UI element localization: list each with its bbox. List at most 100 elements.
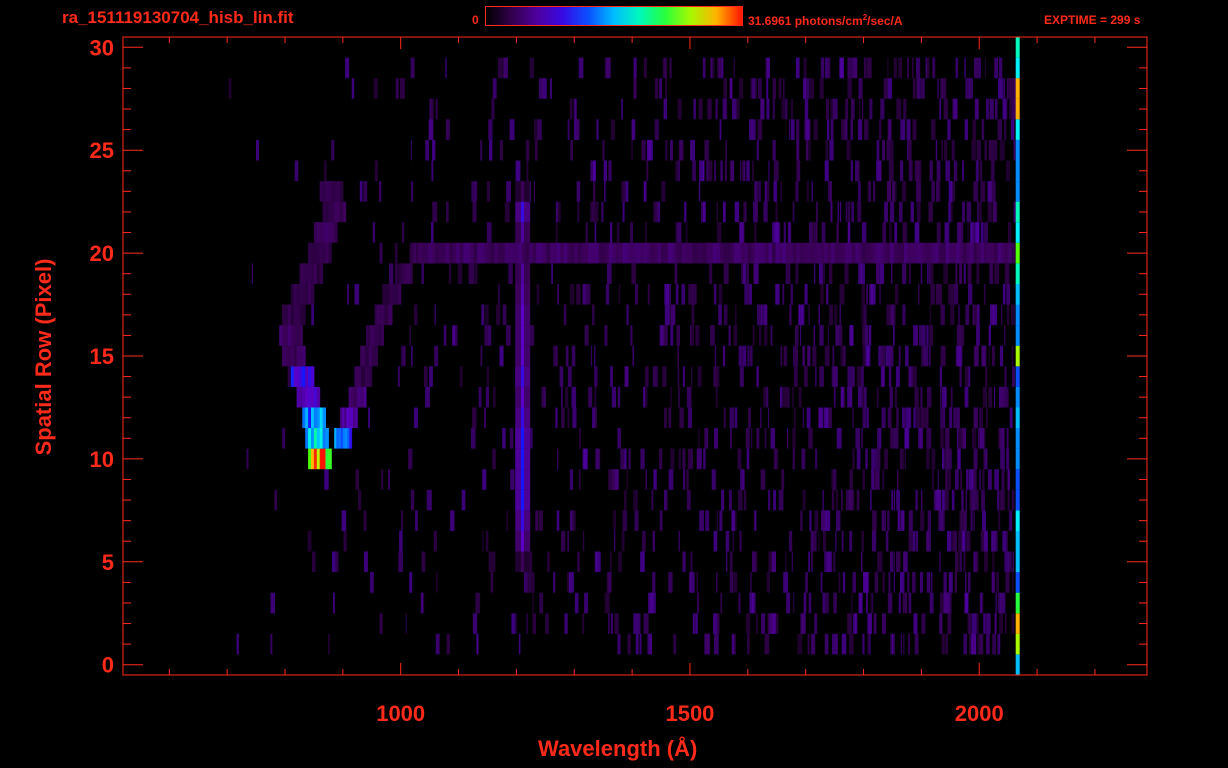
noise-cell	[735, 304, 737, 326]
noise-cell	[679, 139, 684, 161]
noise-cell	[916, 181, 922, 202]
noise-cell	[945, 160, 951, 182]
line-cell	[515, 345, 519, 367]
noise-cell	[734, 201, 740, 223]
noise-cell	[862, 633, 865, 655]
band-cell	[907, 242, 912, 264]
line-cell	[523, 510, 528, 531]
noise-cell	[843, 345, 846, 367]
band-cell	[727, 242, 731, 264]
noise-cell	[880, 366, 885, 387]
noise-cell	[773, 181, 777, 202]
band-cell	[636, 242, 641, 264]
noise-cell	[821, 222, 826, 243]
noise-cell	[862, 345, 866, 367]
noise-cell	[509, 119, 515, 140]
band-cell	[980, 242, 985, 264]
noise-cell	[791, 551, 793, 573]
noise-cell	[1003, 119, 1007, 140]
feature-cell	[316, 263, 321, 284]
noise-cell	[890, 139, 894, 161]
noise-cell	[988, 345, 990, 367]
band-cell	[563, 242, 568, 264]
noise-cell	[851, 57, 855, 79]
noise-cell	[895, 366, 900, 387]
noise-cell	[904, 428, 910, 449]
noise-cell	[402, 222, 405, 243]
band-cell	[758, 242, 763, 264]
noise-cell	[592, 304, 595, 326]
noise-cell	[1012, 366, 1014, 387]
noise-cell	[880, 98, 885, 120]
noise-cell	[824, 345, 830, 367]
noise-cell	[746, 448, 750, 470]
noise-cell	[728, 325, 731, 346]
noise-cell	[620, 448, 625, 470]
noise-cell	[929, 263, 934, 284]
noise-cell	[718, 284, 723, 305]
edge-cell	[1015, 345, 1020, 367]
noise-cell	[506, 510, 509, 531]
noise-cell	[888, 366, 892, 387]
noise-cell	[941, 139, 943, 161]
line-cell	[521, 366, 525, 387]
noise-cell	[825, 98, 829, 120]
noise-cell	[410, 139, 412, 161]
noise-cell	[792, 448, 795, 470]
noise-cell	[715, 98, 718, 120]
line-cell	[521, 407, 525, 429]
noise-cell	[962, 160, 964, 182]
noise-cell	[808, 592, 812, 614]
noise-cell	[1003, 592, 1006, 614]
noise-cell	[754, 181, 757, 202]
noise-cell	[720, 592, 723, 614]
noise-cell	[851, 98, 853, 120]
band-cell	[480, 242, 485, 264]
line-cell	[515, 263, 519, 284]
feature-cell	[296, 325, 300, 346]
noise-cell	[852, 407, 854, 429]
band-cell	[609, 242, 613, 264]
noise-cell	[977, 304, 980, 326]
band-cell	[761, 242, 766, 264]
noise-cell	[813, 325, 816, 346]
band-cell	[577, 242, 582, 264]
noise-cell	[951, 489, 955, 511]
noise-cell	[991, 304, 993, 326]
noise-cell	[576, 284, 581, 305]
noise-cell	[721, 57, 724, 79]
noise-cell	[706, 160, 709, 182]
noise-cell	[567, 119, 570, 140]
noise-cell	[966, 592, 969, 614]
noise-cell	[526, 160, 529, 182]
noise-cell	[861, 222, 867, 243]
noise-cell	[484, 325, 488, 346]
noise-cell	[914, 633, 919, 655]
noise-cell	[890, 345, 893, 367]
noise-cell	[618, 551, 622, 573]
feature-cell	[293, 325, 298, 346]
noise-cell	[739, 366, 744, 387]
noise-cell	[974, 469, 977, 490]
band-cell	[602, 242, 606, 264]
noise-cell	[858, 263, 863, 284]
noise-cell	[877, 551, 883, 573]
noise-cell	[478, 386, 482, 408]
noise-cell	[871, 469, 874, 490]
noise-cell	[699, 160, 701, 182]
noise-cell	[900, 572, 902, 593]
band-cell	[775, 242, 780, 264]
line-cell	[518, 551, 522, 573]
noise-cell	[739, 489, 743, 511]
noise-cell	[446, 633, 450, 655]
feature-cell	[319, 448, 324, 470]
noise-cell	[394, 242, 398, 264]
noise-cell	[668, 407, 672, 429]
noise-cell	[929, 592, 934, 614]
noise-cell	[594, 386, 597, 408]
noise-cell	[798, 304, 801, 326]
noise-cell	[984, 139, 987, 161]
noise-cell	[789, 304, 792, 326]
noise-cell	[849, 530, 853, 552]
noise-cell	[724, 160, 727, 182]
